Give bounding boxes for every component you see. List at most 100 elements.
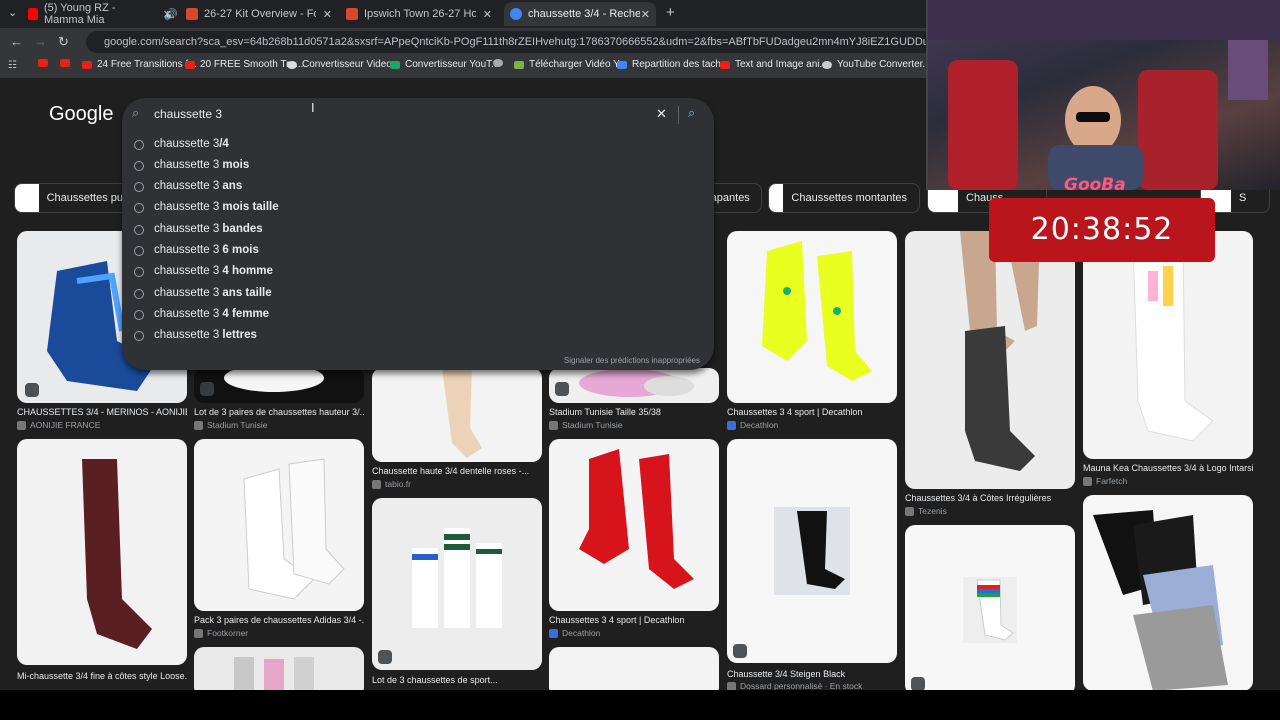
suggestion-item[interactable]: chaussette 3 4 femme — [122, 305, 714, 326]
sock-image — [82, 459, 152, 649]
sock-image — [960, 231, 1040, 471]
result-caption[interactable]: Chaussettes 3 4 sport | Decathlon — [549, 615, 719, 625]
result-caption[interactable]: Mi-chaussette 3/4 fine à côtes style Loo… — [17, 671, 187, 681]
result-image[interactable] — [194, 368, 364, 403]
bookmark-item[interactable]: Convertisseur Video... — [287, 59, 400, 70]
site-icon — [372, 479, 381, 489]
bookmark-item[interactable]: Text and Image ani... — [720, 59, 828, 70]
chip-label: Chaussettes pu — [46, 192, 123, 204]
source-label: Decathlon — [740, 420, 779, 430]
suggestion-item[interactable]: chaussette 3 mois — [122, 156, 714, 177]
result-caption[interactable]: Chaussette 3/4 Steigen Black — [727, 669, 897, 679]
close-tab-icon[interactable]: ✕ — [163, 8, 172, 21]
result-image[interactable] — [1083, 495, 1253, 690]
suggestion-text: chaussette 3 6 mois — [154, 244, 259, 256]
search-submit-icon[interactable]: ⌕ — [688, 105, 695, 121]
result-image[interactable] — [372, 498, 542, 670]
suggestion-item[interactable]: chaussette 3 4 homme — [122, 262, 714, 283]
result-image[interactable] — [372, 368, 542, 462]
result-image[interactable] — [194, 439, 364, 611]
reload-icon[interactable]: ↻ — [58, 34, 69, 50]
result-source: Stadium Tunisie — [194, 420, 267, 430]
youtube-icon — [60, 59, 70, 67]
tab-footy-headlines[interactable]: 26-27 Kit Overview - Footy Hea ✕ — [186, 2, 338, 26]
filter-chip[interactable]: Chaussettes montantes — [768, 183, 920, 213]
suggestion-item[interactable]: chaussette 3 lettres — [122, 326, 714, 347]
forward-icon[interactable]: → — [34, 34, 47, 49]
site-icon — [1083, 476, 1092, 486]
result-caption[interactable]: Mauna Kea Chaussettes 3/4 à Logo Intarsi… — [1083, 463, 1253, 473]
sock-image — [1093, 510, 1228, 690]
close-tab-icon[interactable]: ✕ — [641, 8, 650, 21]
sock-image — [243, 458, 345, 600]
result-caption[interactable]: Lot de 3 chaussettes de sport... — [372, 675, 542, 685]
result-caption[interactable]: Pack 3 paires de chaussettes Adidas 3/4 … — [194, 615, 364, 625]
result-caption[interactable]: Chaussettes 3/4 à Côtes Irrégulières — [905, 493, 1075, 503]
back-icon[interactable]: ← — [10, 34, 23, 49]
bookmark-item[interactable]: YouTube Converter... — [822, 59, 931, 70]
divider — [678, 106, 679, 124]
suggestion-item[interactable]: chaussette 3 ans taille — [122, 284, 714, 305]
tab-youtube[interactable]: (5) Young RZ - Mamma Mia 🔊 ✕ — [28, 2, 178, 26]
result-caption[interactable]: CHAUSSETTES 3/4 - MERINOS - AONIJIE... — [17, 407, 187, 417]
suggestion-text: chaussette 3 mois — [154, 159, 250, 171]
suggestion-item[interactable]: chaussette 3 mois taille — [122, 198, 714, 219]
suggestion-item[interactable]: chaussette 3 bandes — [122, 220, 714, 241]
result-caption[interactable]: Chaussettes 3 4 sport | Decathlon — [727, 407, 897, 417]
tab-ipswich[interactable]: Ipswich Town 26-27 Home & A ✕ — [346, 2, 498, 26]
clear-icon[interactable]: ✕ — [656, 106, 667, 122]
chip-thumbnail — [769, 184, 784, 212]
url-field[interactable]: google.com/search?sca_esv=64b268b11d0571… — [86, 31, 946, 53]
result-image[interactable] — [17, 439, 187, 665]
result-source: Decathlon — [549, 628, 600, 638]
bookmark-item[interactable]: Repartition des tach... — [617, 59, 729, 70]
result-image[interactable] — [905, 231, 1075, 489]
tab-list-icon[interactable]: ⌄ — [8, 6, 17, 19]
report-predictions-link[interactable]: Signaler des prédictions inappropriées — [564, 356, 700, 365]
result-image[interactable] — [549, 647, 719, 690]
search-icon — [134, 203, 144, 213]
result-source: Tezenis — [905, 506, 947, 516]
result-image[interactable] — [727, 231, 897, 403]
close-tab-icon[interactable]: ✕ — [323, 8, 332, 21]
suggestion-item[interactable]: chaussette 3 6 mois — [122, 241, 714, 262]
result-caption[interactable]: Stadium Tunisie Taille 35/38 — [549, 407, 719, 417]
suggestion-item[interactable]: chaussette 3/4 — [122, 135, 714, 156]
new-tab-icon[interactable]: + — [666, 4, 675, 21]
tab-title: Ipswich Town 26-27 Home & A — [364, 8, 476, 20]
bookmark-item[interactable]: 24 Free Transitions f... — [82, 59, 197, 70]
result-caption[interactable]: Chaussette haute 3/4 dentelle roses -... — [372, 466, 542, 476]
apps-icon[interactable]: ☷ — [8, 60, 17, 71]
stream-timer: 20:38:52 — [989, 198, 1215, 262]
chip-thumbnail — [15, 184, 39, 212]
site-icon — [194, 420, 203, 430]
result-image[interactable] — [194, 647, 364, 690]
result-image[interactable] — [905, 525, 1075, 690]
google-logo[interactable]: Google — [49, 103, 114, 126]
site-icon — [727, 681, 736, 690]
bookmark-globe[interactable] — [493, 59, 508, 67]
search-icon — [134, 225, 144, 235]
result-image[interactable] — [727, 439, 897, 663]
bookmark-youtube[interactable] — [60, 59, 75, 67]
result-image[interactable] — [549, 368, 719, 403]
result-source: AONIJIE FRANCE — [17, 420, 100, 430]
bookmark-item[interactable]: Convertisseur YouT... — [390, 59, 500, 70]
bookmark-item[interactable]: Télécharger Vidéo Y... — [514, 59, 627, 70]
source-label: Stadium Tunisie — [207, 420, 268, 430]
timer-text: 20:38:52 — [995, 204, 1209, 256]
bookmark-youtube[interactable] — [38, 59, 53, 67]
tab-google-search[interactable]: chaussette 3/4 - Recherche Goo ✕ — [504, 2, 656, 26]
result-caption[interactable]: Lot de 3 paires de chaussettes hauteur 3… — [194, 407, 364, 417]
search-bar[interactable]: ⌕ chaussette 3 I ✕ ⌕ — [122, 98, 714, 132]
search-input[interactable]: chaussette 3 — [154, 107, 222, 121]
bookmark-item[interactable]: 20 FREE Smooth Tra... — [185, 59, 303, 70]
search-icon — [134, 310, 144, 320]
result-image[interactable] — [1083, 231, 1253, 459]
suggestion-item[interactable]: chaussette 3 ans — [122, 177, 714, 198]
close-tab-icon[interactable]: ✕ — [483, 8, 492, 21]
result-source: Dossard personnalisé · En stock — [727, 681, 862, 690]
product-tag-icon — [378, 650, 392, 664]
result-image[interactable] — [549, 439, 719, 611]
filter-chip[interactable]: Chaussettes pu — [14, 183, 136, 213]
